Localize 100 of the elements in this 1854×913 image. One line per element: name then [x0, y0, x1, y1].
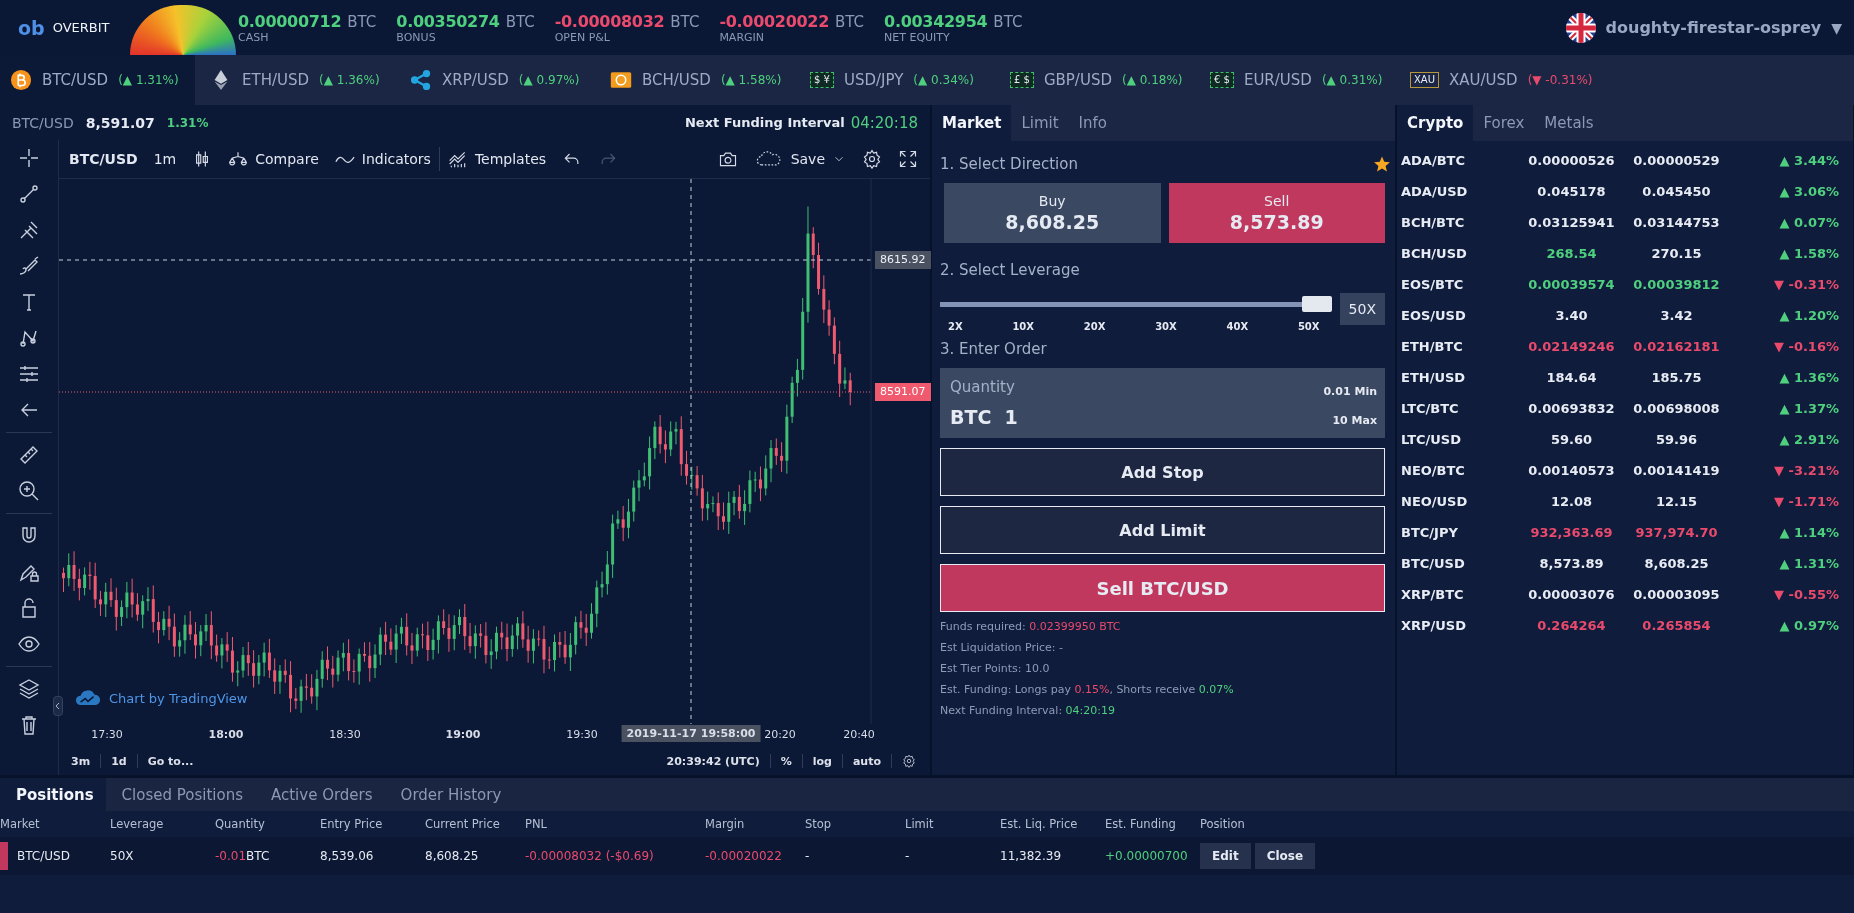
indicators-button[interactable]: Indicators: [334, 151, 431, 167]
pair-cell[interactable]: NEO/USD: [1401, 494, 1519, 509]
bid-cell-text: 0.00140573: [1527, 463, 1616, 478]
ticker-tab[interactable]: £ $ GBP/USD (▲ 0.18%): [1000, 55, 1200, 105]
trend-line-icon[interactable]: [17, 182, 41, 206]
order-tab[interactable]: Info: [1068, 105, 1117, 141]
slider-thumb[interactable]: [1301, 296, 1332, 312]
table-cell-text: 11,382.39: [1000, 849, 1063, 863]
change-cell-text: ▼ -3.21%: [1772, 463, 1839, 478]
leverage-value: 50X: [1339, 293, 1385, 325]
positions-tab[interactable]: Order History: [384, 778, 514, 811]
scale-option[interactable]: %: [780, 754, 792, 768]
pair-cell[interactable]: XRP/BTC: [1401, 587, 1519, 602]
submit-order-button[interactable]: Sell BTC/USD: [940, 564, 1385, 612]
settings-icon[interactable]: [862, 149, 882, 169]
bid-cell-text: 59.60: [1549, 432, 1594, 447]
positions-tab[interactable]: Closed Positions: [105, 778, 255, 811]
pair-cell[interactable]: BCH/BTC: [1401, 215, 1519, 230]
change-cell-text: ▲ 1.14%: [1778, 525, 1839, 540]
change-cell-text: ▲ 1.20%: [1778, 308, 1839, 323]
balance-unit: BTC: [835, 12, 865, 31]
scale-option[interactable]: auto: [852, 754, 881, 768]
templates-icon: [447, 149, 468, 169]
direction-button[interactable]: Buy 8,608.25: [944, 183, 1161, 243]
ticker-tab[interactable]: € $ EUR/USD (▲ 0.31%): [1200, 55, 1400, 105]
category-tab[interactable]: Crypto: [1397, 105, 1474, 141]
save-button[interactable]: Save: [753, 149, 846, 169]
ticker-tab[interactable]: BTC/USD (▲ 1.31%): [0, 55, 195, 105]
pair-cell[interactable]: NEO/BTC: [1401, 463, 1519, 478]
add-stop-button[interactable]: Add Stop: [940, 448, 1385, 496]
pair-cell[interactable]: EOS/USD: [1401, 308, 1519, 323]
zoom-in-icon[interactable]: [17, 479, 41, 503]
templates-button[interactable]: Templates: [447, 149, 547, 169]
positions-tab[interactable]: Positions: [0, 778, 106, 811]
pair-cell[interactable]: BCH/USD: [1401, 246, 1519, 261]
leverage-tick-label: 40X: [1226, 321, 1249, 332]
order-tab[interactable]: Limit: [1011, 105, 1069, 141]
change-cell-text: ▼ -0.31%: [1772, 277, 1839, 292]
ask-cell-text: 59.96: [1654, 432, 1699, 447]
pair-cell[interactable]: ETH/BTC: [1401, 339, 1519, 354]
table-cell-text: 8,539.06: [320, 849, 375, 863]
ask-cell-text: 0.045450: [1641, 184, 1712, 199]
column-header: Est. Liq. Price: [1000, 817, 1079, 831]
caret-icon[interactable]: ▼: [1831, 19, 1842, 36]
bid-cell-text: 12.08: [1549, 494, 1594, 509]
bid-cell-text: 0.03125941: [1527, 215, 1616, 230]
balance-value: 0.00350274: [396, 11, 500, 31]
pair-cell[interactable]: ADA/USD: [1401, 184, 1519, 199]
range-button[interactable]: 1d: [111, 754, 127, 768]
pair-cell[interactable]: LTC/USD: [1401, 432, 1519, 447]
ticker-tab[interactable]: ETH/USD (▲ 1.36%): [200, 55, 400, 105]
interval-button[interactable]: 1m: [153, 151, 177, 167]
category-tab[interactable]: Metals: [1534, 105, 1604, 141]
table-cell-text: -0.00020022: [705, 849, 783, 863]
collapse-handle-icon[interactable]: [53, 696, 63, 716]
pair-cell[interactable]: XRP/USD: [1401, 618, 1519, 633]
column-header: Limit: [905, 817, 935, 831]
go-to-button[interactable]: Go to...: [147, 754, 194, 768]
quantity-field[interactable]: Quantity BTC 1 0.01 Min 10 Max: [940, 368, 1385, 438]
pair-cell[interactable]: LTC/BTC: [1401, 401, 1519, 416]
positions-tab[interactable]: Active Orders: [254, 778, 385, 811]
bid-cell-text: 932,363.69: [1529, 525, 1614, 540]
pair-cell[interactable]: EOS/BTC: [1401, 277, 1519, 292]
compare-button[interactable]: Compare: [228, 149, 319, 169]
ticker-tab[interactable]: XAU XAU/USD (▼ -0.31%): [1400, 55, 1600, 105]
add-limit-button[interactable]: Add Limit: [940, 506, 1385, 554]
column-header: Position: [1200, 817, 1246, 831]
change-cell-text: ▲ 3.06%: [1778, 184, 1839, 199]
symbol-button[interactable]: BTC/USD: [69, 151, 138, 167]
pair-cell[interactable]: ETH/USD: [1401, 370, 1519, 385]
direction-button[interactable]: Sell 8,573.89: [1168, 183, 1385, 243]
range-button[interactable]: 3m: [71, 754, 91, 768]
table-cell-text: -0.00008032 (-$0.69): [525, 849, 655, 863]
category-tab[interactable]: Forex: [1473, 105, 1535, 141]
pair-cell[interactable]: ADA/BTC: [1401, 153, 1519, 168]
scale-option[interactable]: log: [812, 754, 832, 768]
star-icon[interactable]: [1373, 155, 1391, 173]
last-price: 8,591.07: [85, 114, 155, 131]
ticker-tab[interactable]: $ ¥ USD/JPY (▲ 0.34%): [800, 55, 1000, 105]
pair-cell[interactable]: BTC/USD: [1401, 556, 1519, 571]
crosshair-icon[interactable]: [17, 146, 41, 170]
position-action-button[interactable]: Edit: [1200, 843, 1251, 869]
change-cell-text: ▲ 1.31%: [1778, 556, 1839, 571]
table-cell-text: BTC/USD: [16, 849, 71, 863]
tradingview-credit[interactable]: Chart by TradingView: [75, 689, 248, 708]
fullscreen-icon[interactable]: [898, 149, 918, 169]
settings-icon[interactable]: [902, 754, 916, 768]
order-tab[interactable]: Market: [932, 105, 1012, 141]
time-label: 18:00: [208, 728, 244, 741]
position-action-button[interactable]: Close: [1254, 843, 1316, 869]
ticker-tab[interactable]: BCH/USD (▲ 1.58%): [600, 55, 800, 105]
column-header: Entry Price: [320, 817, 384, 831]
leverage-slider[interactable]: [940, 296, 1332, 312]
account-menu[interactable]: doughty-firestar-osprey: [1605, 18, 1822, 37]
pair-cell[interactable]: BTC/JPY: [1401, 525, 1519, 540]
ticker-tab[interactable]: XRP/USD (▲ 0.97%): [400, 55, 600, 105]
last-price-label: 8591.07: [875, 383, 931, 401]
layers-icon[interactable]: [17, 677, 41, 701]
symbol-label: BTC/USD: [12, 114, 74, 131]
leverage-tick-label: 30X: [1155, 321, 1177, 332]
